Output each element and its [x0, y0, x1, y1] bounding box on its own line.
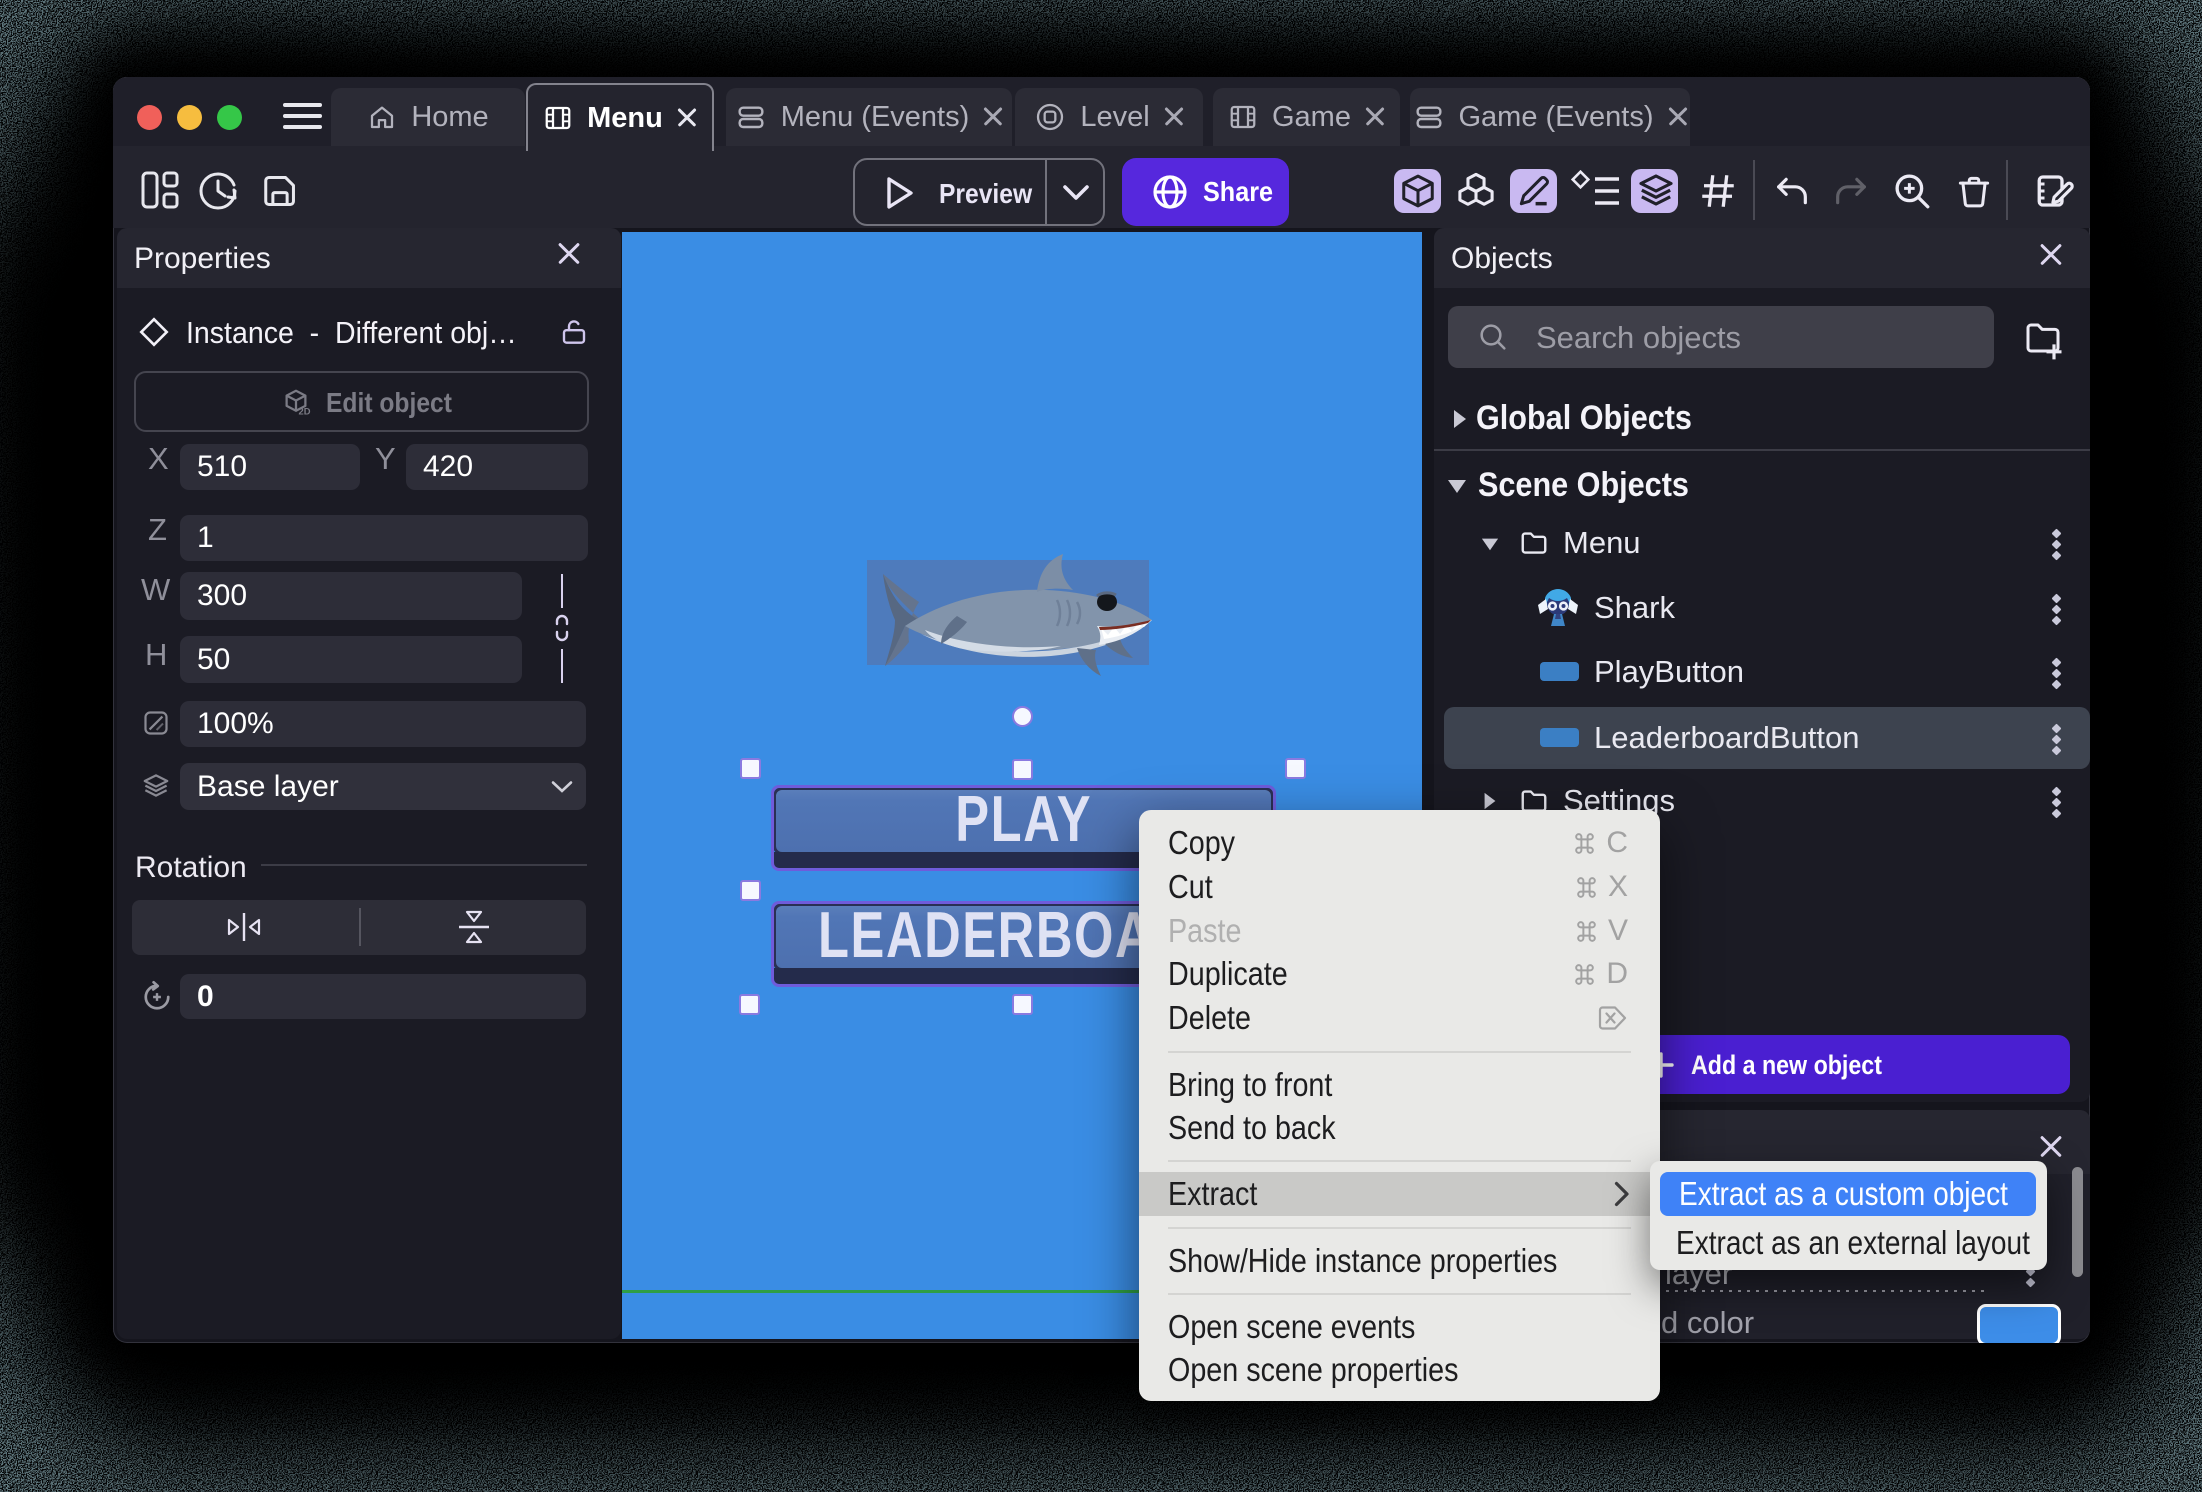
- svg-text:2D: 2D: [299, 407, 311, 417]
